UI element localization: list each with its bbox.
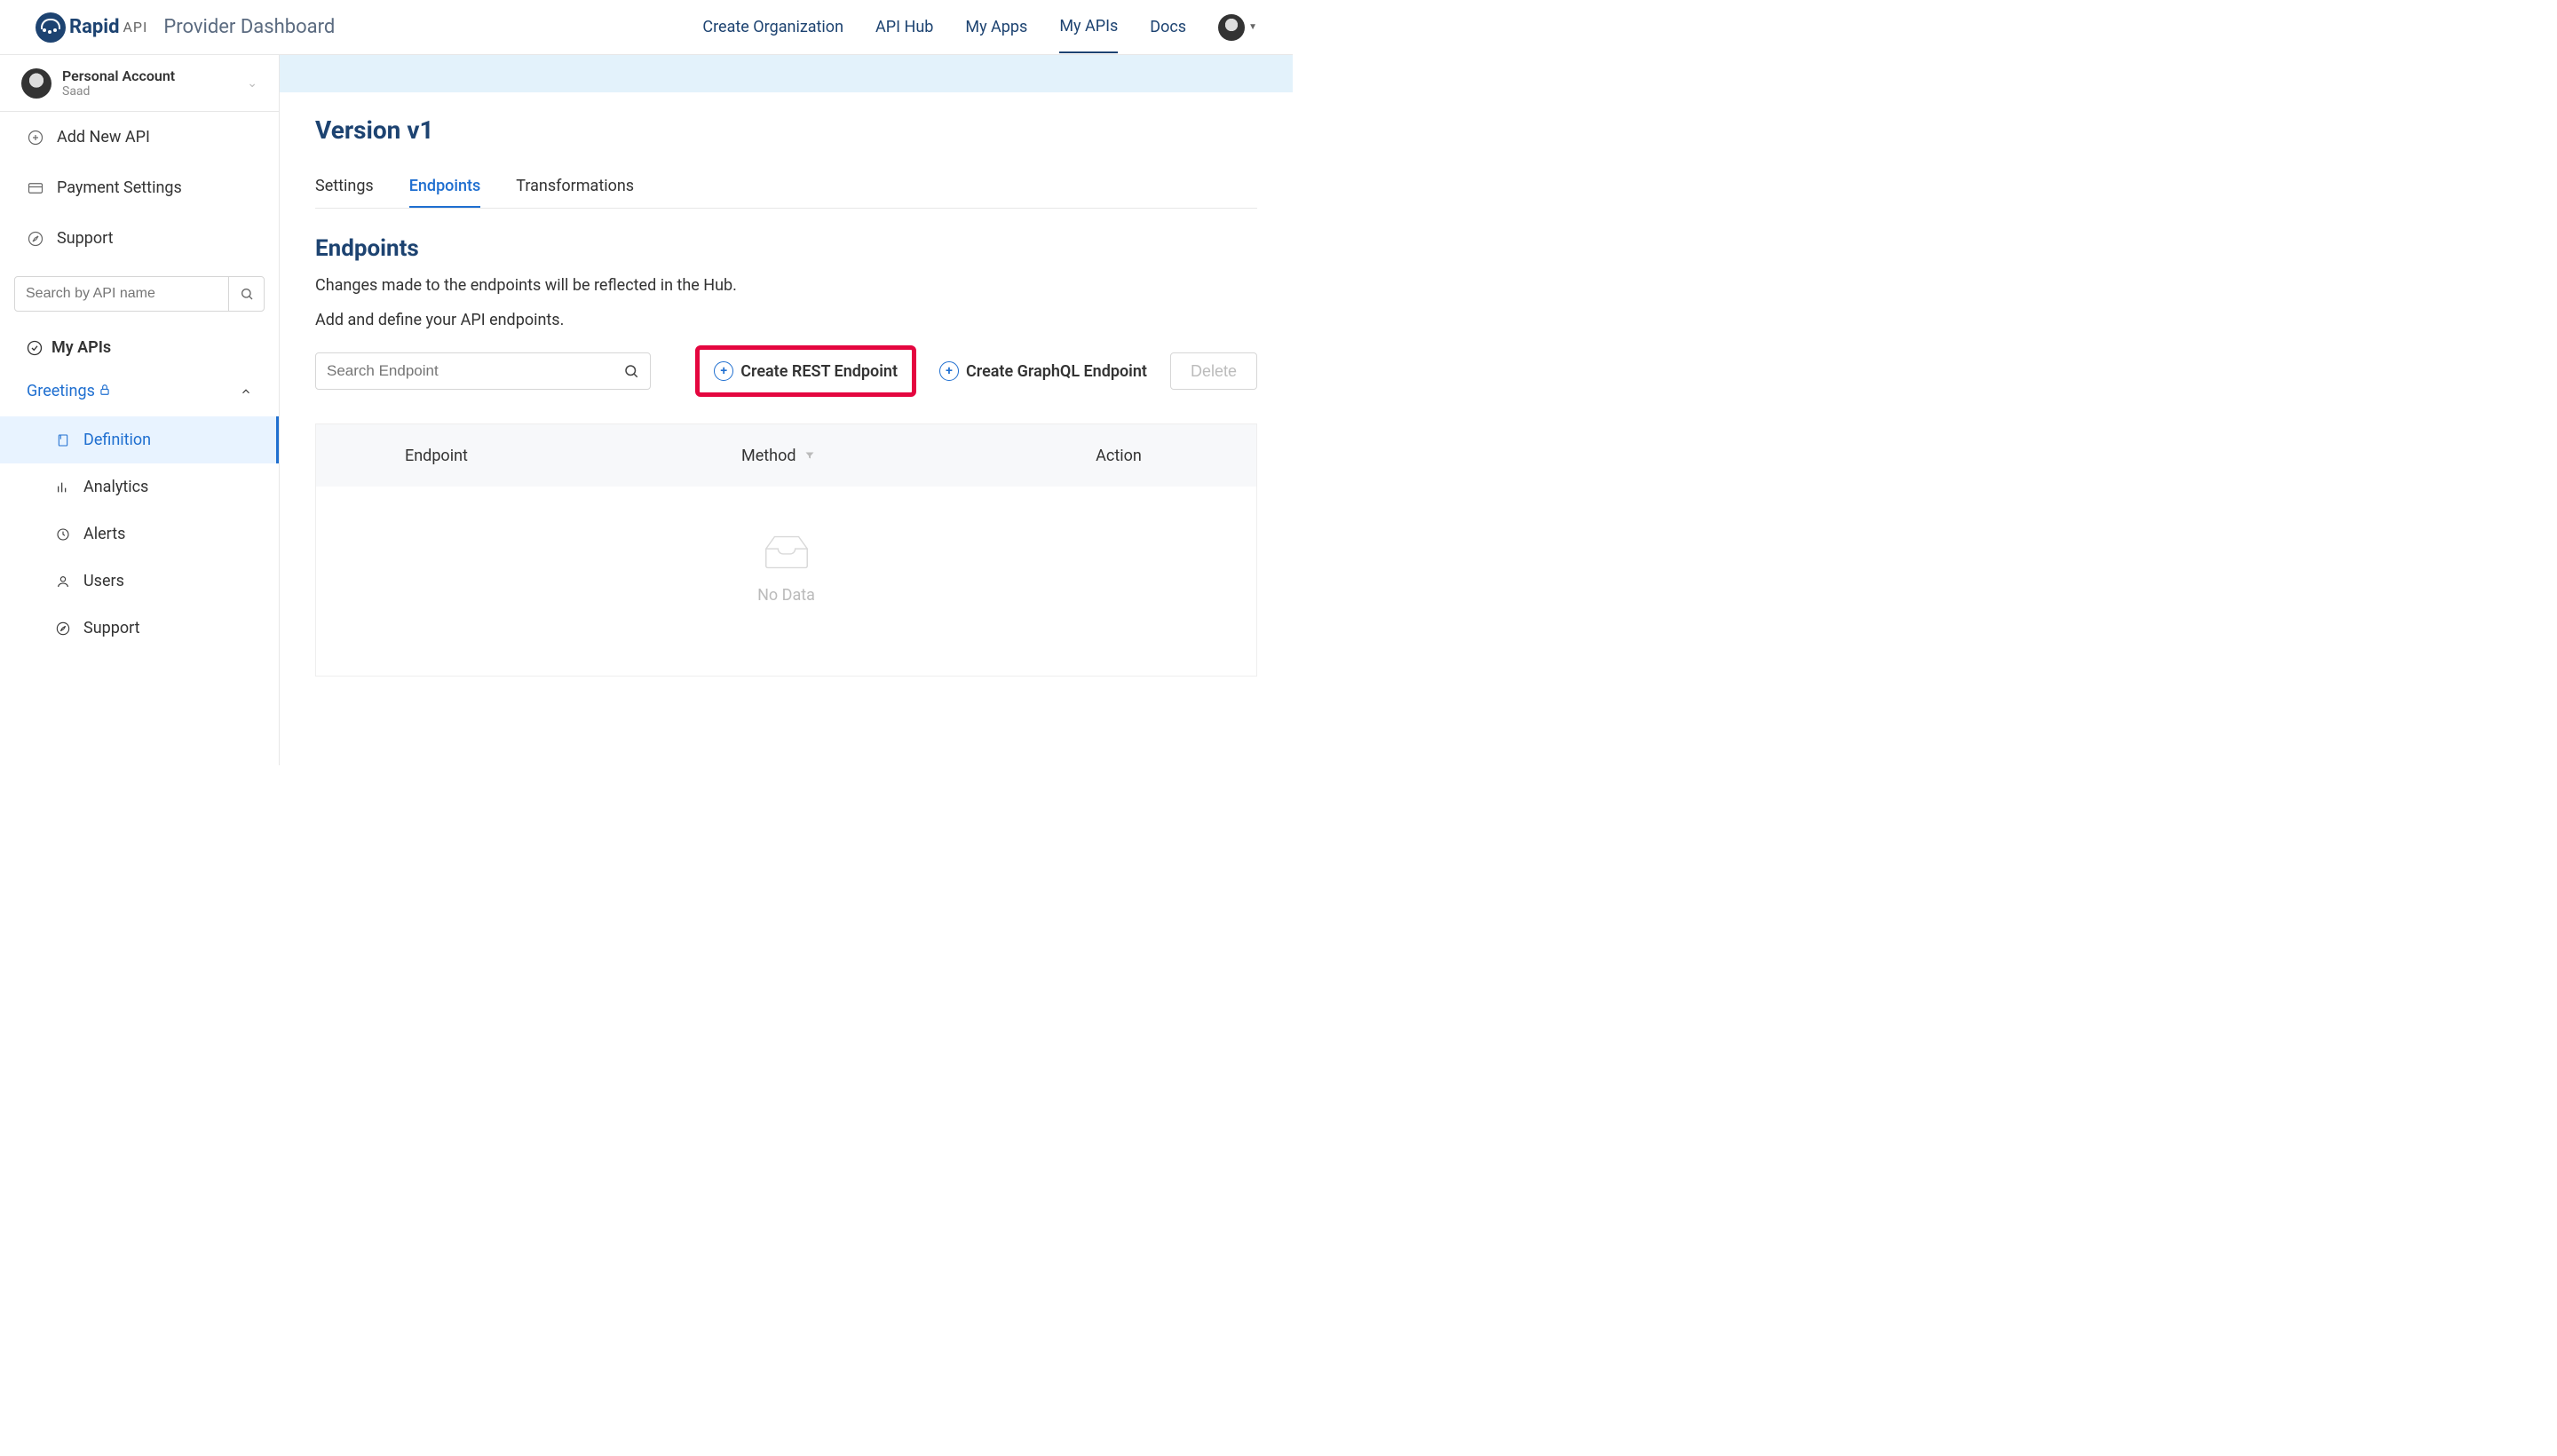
plus-circle-icon: + — [714, 361, 733, 381]
sidebar-payment-settings[interactable]: Payment Settings — [0, 162, 279, 213]
sidebar: Personal Account Saad ⌄ Add New API Paym… — [0, 55, 280, 765]
header: RapidAPI Provider Dashboard Create Organ… — [0, 0, 1293, 55]
sidebar-my-apis-heading: My APIs — [0, 320, 279, 366]
tab-endpoints[interactable]: Endpoints — [409, 166, 481, 208]
sidebar-add-new-api[interactable]: Add New API — [0, 112, 279, 162]
sidebar-search-input[interactable] — [15, 277, 228, 311]
empty-state: No Data — [316, 487, 1256, 676]
compass-icon — [27, 230, 44, 248]
create-rest-endpoint-button[interactable]: + Create REST Endpoint — [705, 354, 906, 388]
nav-my-apis[interactable]: My APIs — [1059, 1, 1118, 53]
user-icon — [55, 574, 71, 589]
nav-api-hub[interactable]: API Hub — [875, 2, 933, 52]
sidebar-api-item[interactable]: Greetings — [0, 366, 279, 416]
page-title: Version v1 — [315, 115, 1257, 145]
sidebar-sub-users[interactable]: Users — [0, 558, 279, 605]
highlight-annotation: + Create REST Endpoint — [695, 345, 916, 397]
tabs: Settings Endpoints Transformations — [315, 166, 1257, 209]
heading-label: My APIs — [51, 338, 111, 357]
delete-button[interactable]: Delete — [1170, 352, 1257, 390]
inbox-icon — [759, 531, 814, 574]
tab-transformations[interactable]: Transformations — [516, 166, 634, 208]
section-desc-1: Changes made to the endpoints will be re… — [315, 276, 1257, 295]
chevron-down-icon: ▼ — [1248, 22, 1257, 32]
col-method[interactable]: Method — [741, 447, 1008, 465]
empty-text: No Data — [757, 586, 815, 605]
col-endpoint[interactable]: Endpoint — [405, 447, 741, 465]
avatar — [21, 68, 51, 99]
api-name: Greetings — [27, 382, 95, 400]
filter-icon[interactable] — [804, 450, 815, 461]
credit-card-icon — [27, 179, 44, 197]
chevron-down-icon: ⌄ — [247, 76, 257, 91]
sub-label: Support — [83, 619, 140, 637]
endpoints-table: Endpoint Method Action — [315, 423, 1257, 677]
avatar — [1218, 14, 1245, 41]
sidebar-sub-alerts[interactable]: Alerts — [0, 510, 279, 558]
sub-label: Alerts — [83, 525, 125, 543]
sub-label: Users — [83, 572, 124, 590]
logo-api-suffix: API — [123, 19, 147, 36]
lock-icon — [99, 385, 111, 400]
button-label: Create REST Endpoint — [740, 362, 898, 381]
plus-circle-icon — [27, 129, 44, 146]
compass-icon — [55, 621, 71, 636]
logo-text: Rapid — [69, 16, 119, 38]
account-user: Saad — [62, 84, 175, 99]
chevron-up-icon — [240, 385, 252, 398]
clock-icon — [55, 527, 71, 542]
nav-create-organization[interactable]: Create Organization — [702, 2, 843, 52]
plus-circle-icon: + — [939, 361, 959, 381]
sidebar-support[interactable]: Support — [0, 213, 279, 264]
user-menu[interactable]: ▼ — [1218, 14, 1257, 41]
check-circle-icon — [27, 340, 43, 356]
sidebar-sub-definition[interactable]: Definition — [0, 416, 279, 463]
account-switcher[interactable]: Personal Account Saad ⌄ — [0, 55, 279, 112]
col-action: Action — [1008, 447, 1230, 465]
endpoint-search-input[interactable] — [327, 362, 623, 380]
search-icon — [623, 363, 639, 379]
brand-subtitle: Provider Dashboard — [163, 16, 335, 38]
file-icon — [55, 433, 71, 447]
sidebar-item-label: Support — [57, 229, 114, 248]
top-nav: Create Organization API Hub My Apps My A… — [702, 1, 1257, 53]
nav-my-apps[interactable]: My Apps — [965, 2, 1027, 52]
section-title: Endpoints — [315, 235, 1257, 262]
endpoint-toolbar: + Create REST Endpoint + Create GraphQL … — [315, 345, 1257, 397]
nav-docs[interactable]: Docs — [1150, 2, 1186, 52]
main: Version v1 Settings Endpoints Transforma… — [280, 55, 1293, 765]
table-header: Endpoint Method Action — [316, 424, 1256, 487]
button-label: Create GraphQL Endpoint — [966, 362, 1147, 381]
endpoint-search — [315, 352, 651, 390]
sidebar-item-label: Payment Settings — [57, 178, 182, 197]
search-icon — [240, 287, 254, 301]
sidebar-sub-analytics[interactable]: Analytics — [0, 463, 279, 510]
info-banner — [280, 55, 1293, 92]
body: Personal Account Saad ⌄ Add New API Paym… — [0, 55, 1293, 765]
logo[interactable]: RapidAPI — [36, 12, 147, 43]
tab-settings[interactable]: Settings — [315, 166, 374, 208]
logo-icon — [36, 12, 66, 43]
sub-label: Analytics — [83, 478, 148, 496]
bar-chart-icon — [55, 480, 71, 495]
section-desc-2: Add and define your API endpoints. — [315, 311, 1257, 329]
col-method-label: Method — [741, 447, 796, 465]
search-button[interactable] — [228, 277, 264, 311]
create-graphql-endpoint-button[interactable]: + Create GraphQL Endpoint — [930, 354, 1156, 388]
sidebar-sub-support[interactable]: Support — [0, 605, 279, 652]
account-label: Personal Account — [62, 67, 175, 84]
header-left: RapidAPI Provider Dashboard — [36, 12, 335, 43]
sub-label: Definition — [83, 431, 151, 449]
content: Version v1 Settings Endpoints Transforma… — [280, 92, 1293, 700]
sidebar-search — [14, 276, 265, 312]
sidebar-item-label: Add New API — [57, 128, 150, 146]
